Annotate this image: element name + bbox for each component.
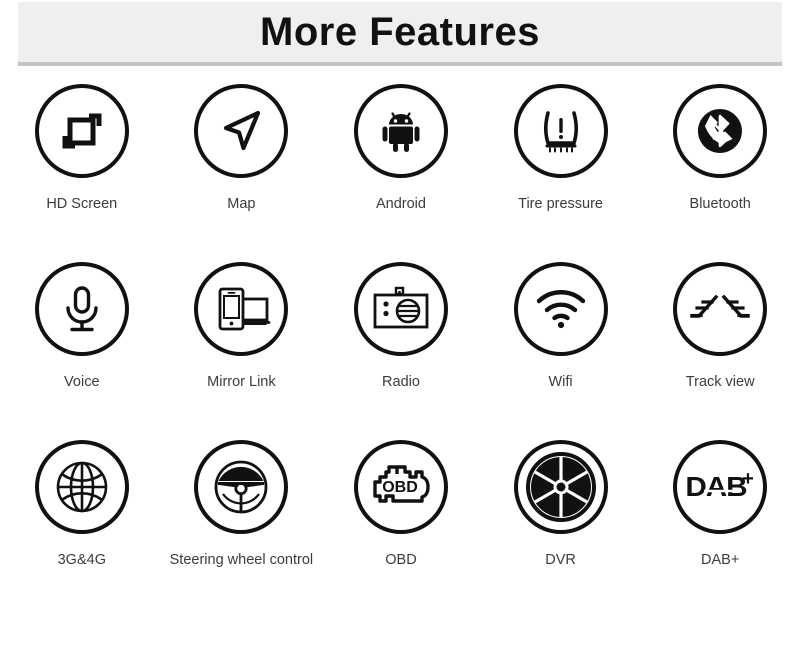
feature-item-obd[interactable]: OBD OBD xyxy=(321,440,481,618)
feature-item-bluetooth[interactable]: Bluetooth xyxy=(640,84,800,262)
globe-icon-circle xyxy=(34,440,129,534)
obd-engine-icon-circle: OBD xyxy=(353,440,448,534)
feature-item-mirror-link[interactable]: Mirror Link xyxy=(162,262,322,440)
hd-screen-icon xyxy=(62,113,102,149)
feature-label: DAB+ xyxy=(701,552,740,568)
feature-item-3g4g[interactable]: 3G&4G xyxy=(2,440,162,618)
tire-pressure-warning-icon-circle xyxy=(513,84,608,178)
page-header: More Features xyxy=(18,2,782,66)
svg-text:+: + xyxy=(742,468,754,490)
tire-pressure-warning-icon xyxy=(543,111,578,153)
feature-label: OBD xyxy=(385,552,417,568)
feature-label: HD Screen xyxy=(46,196,118,212)
radio-icon-circle xyxy=(353,262,448,356)
feature-item-wifi[interactable]: Wifi xyxy=(481,262,641,440)
hd-screen-icon-circle xyxy=(34,84,129,178)
feature-item-track-view[interactable]: Track view xyxy=(640,262,800,440)
phone-screen-mirror-icon xyxy=(218,287,271,331)
bluetooth-phone-icon xyxy=(698,109,743,153)
android-robot-icon-circle xyxy=(353,84,448,178)
feature-grid: HD Screen Map Android Tire pressure Blue… xyxy=(0,84,800,618)
feature-label: Mirror Link xyxy=(207,374,276,390)
phone-screen-mirror-icon-circle xyxy=(194,262,289,356)
feature-item-tire-pressure[interactable]: Tire pressure xyxy=(481,84,641,262)
feature-label: 3G&4G xyxy=(57,552,106,568)
svg-text:OBD: OBD xyxy=(382,479,418,496)
parking-track-lines-icon-circle xyxy=(673,262,768,356)
dab-plus-logo-icon-circle: DAB + xyxy=(673,440,768,534)
radio-icon xyxy=(373,286,429,329)
feature-item-dab-plus[interactable]: DAB + DAB+ xyxy=(640,440,800,618)
wifi-icon-circle xyxy=(513,262,608,356)
steering-wheel-icon-circle xyxy=(194,440,289,534)
camera-aperture-icon xyxy=(525,452,596,522)
feature-label: Radio xyxy=(382,374,420,390)
page-title: More Features xyxy=(260,10,540,54)
feature-item-map[interactable]: Map xyxy=(162,84,322,262)
globe-icon xyxy=(56,461,108,513)
feature-label: DVR xyxy=(545,552,576,568)
microphone-icon-circle xyxy=(34,262,129,356)
feature-item-android[interactable]: Android xyxy=(321,84,481,262)
feature-label: Steering wheel control xyxy=(169,552,314,568)
feature-label: Map xyxy=(227,196,256,212)
obd-engine-icon: OBD xyxy=(373,465,430,503)
feature-label: Voice xyxy=(64,374,100,390)
feature-row: 3G&4G Steering wheel control OBD OBD DVR… xyxy=(0,440,800,618)
svg-text:DAB: DAB xyxy=(686,472,747,503)
android-robot-icon xyxy=(382,112,420,152)
parking-track-lines-icon xyxy=(690,294,750,318)
bluetooth-phone-icon-circle xyxy=(673,84,768,178)
feature-item-dvr[interactable]: DVR xyxy=(481,440,641,618)
feature-row: HD Screen Map Android Tire pressure Blue… xyxy=(0,84,800,262)
navigation-arrow-icon xyxy=(224,110,261,151)
feature-label: Wifi xyxy=(548,374,573,390)
navigation-arrow-icon-circle xyxy=(194,84,289,178)
steering-wheel-icon xyxy=(214,460,268,514)
feature-row: Voice Mirror Link Radio Wifi Track view xyxy=(0,262,800,440)
feature-item-steering-wheel-control[interactable]: Steering wheel control xyxy=(162,440,322,618)
wifi-icon xyxy=(536,290,585,329)
feature-label: Android xyxy=(375,196,426,212)
feature-label: Tire pressure xyxy=(518,196,604,212)
feature-label: Bluetooth xyxy=(689,196,751,212)
camera-aperture-icon-circle xyxy=(513,440,608,534)
dab-plus-logo-icon: DAB + xyxy=(686,468,754,503)
feature-label: Track view xyxy=(685,374,755,390)
feature-item-voice[interactable]: Voice xyxy=(2,262,162,440)
microphone-icon xyxy=(66,286,98,332)
feature-item-radio[interactable]: Radio xyxy=(321,262,481,440)
feature-item-hd-screen[interactable]: HD Screen xyxy=(2,84,162,262)
